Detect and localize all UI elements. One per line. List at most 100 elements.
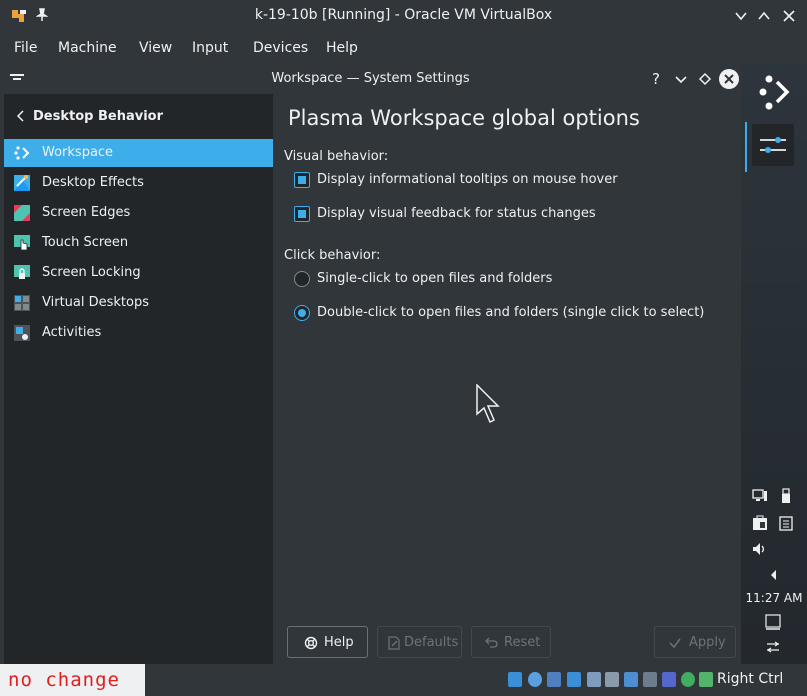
menu-machine[interactable]: Machine (58, 40, 117, 56)
annotation-label: no change (0, 664, 145, 696)
display-icon[interactable] (624, 672, 638, 687)
sidebar-item-label: Virtual Desktops (42, 295, 149, 310)
screen-locking-icon (14, 265, 30, 279)
help-button[interactable]: Help (287, 626, 368, 658)
sidebar-item-touch-screen[interactable]: Touch Screen (4, 229, 273, 257)
undo-icon (485, 637, 498, 648)
active-task-indicator (745, 122, 747, 172)
help-button-label: Help (324, 635, 354, 650)
double-click-radio[interactable] (294, 305, 310, 321)
task-system-settings[interactable] (752, 124, 794, 166)
context-help-button[interactable]: ? (647, 70, 665, 88)
settings-window-title: Workspace — System Settings (271, 71, 470, 86)
recording-icon[interactable] (643, 672, 657, 687)
clipboard-icon[interactable] (778, 515, 794, 531)
visual-behavior-label: Visual behavior: (284, 149, 389, 164)
sidebar-item-label: Screen Locking (42, 265, 141, 280)
usb-icon[interactable] (587, 672, 601, 687)
system-settings-window: Workspace — System Settings ? Desktop Be… (0, 64, 741, 664)
digital-clock[interactable]: 11:27 AM (741, 591, 807, 605)
single-click-radio-label: Single-click to open files and folders (317, 271, 553, 286)
minimize-button[interactable] (731, 6, 751, 26)
sidebar-item-screen-locking[interactable]: Screen Locking (4, 259, 273, 287)
status-feedback-checkbox[interactable] (294, 206, 310, 222)
expand-tray-icon[interactable] (766, 567, 782, 583)
mouse-cursor-icon (476, 384, 500, 424)
maximize-button[interactable] (754, 6, 774, 26)
panel-settings-icon[interactable] (765, 639, 781, 655)
tooltips-checkbox[interactable] (294, 172, 310, 188)
sidebar-item-label: Workspace (42, 145, 114, 160)
sidebar-back-label: Desktop Behavior (33, 109, 163, 124)
close-button[interactable] (779, 6, 799, 26)
vt-x-icon[interactable] (662, 672, 676, 687)
vault-icon[interactable] (752, 515, 768, 531)
menu-help[interactable]: Help (326, 40, 358, 56)
workspace-icon (14, 146, 30, 160)
reset-button[interactable]: Reset (471, 626, 551, 658)
screen-edges-icon (14, 205, 30, 221)
sidebar-item-virtual-desktops[interactable]: Virtual Desktops (4, 289, 273, 317)
checkmark-icon (669, 638, 681, 649)
keyboard-capture-icon[interactable] (699, 672, 713, 687)
chevron-left-icon (16, 110, 24, 122)
audio-icon[interactable] (547, 672, 561, 687)
virtualbox-titlebar: k-19-10b [Running] - Oracle VM VirtualBo… (0, 0, 807, 32)
shared-folders-icon[interactable] (605, 672, 619, 687)
volume-icon[interactable] (752, 541, 768, 557)
hard-disk-icon[interactable] (508, 672, 522, 687)
settings-content: Plasma Workspace global options Visual b… (274, 94, 741, 664)
sidebar-item-label: Screen Edges (42, 205, 131, 220)
menu-file[interactable]: File (14, 40, 37, 56)
defaults-button[interactable]: Defaults (377, 626, 462, 658)
window-title: k-19-10b [Running] - Oracle VM VirtualBo… (254, 7, 553, 23)
virtual-desktops-icon (14, 295, 30, 311)
menu-devices[interactable]: Devices (253, 40, 308, 56)
reset-button-label: Reset (504, 635, 541, 650)
apply-button[interactable]: Apply (654, 626, 736, 658)
page-title: Plasma Workspace global options (288, 106, 640, 130)
network-icon[interactable] (567, 672, 581, 687)
host-key-label: Right Ctrl (717, 671, 784, 687)
click-behavior-label: Click behavior: (284, 248, 381, 263)
sidebar-back-header[interactable]: Desktop Behavior (4, 94, 273, 139)
activities-icon (14, 325, 30, 341)
sidebar-item-workspace[interactable]: Workspace (4, 139, 273, 167)
tooltips-checkbox-label: Display informational tooltips on mouse … (317, 172, 618, 187)
mouse-integration-icon[interactable] (681, 672, 695, 687)
application-launcher-icon[interactable] (753, 70, 793, 114)
menu-view[interactable]: View (139, 40, 172, 56)
plasma-panel: 11:27 AM (741, 64, 807, 664)
optical-drive-icon[interactable] (528, 672, 542, 687)
display-config-icon[interactable] (752, 488, 768, 504)
system-settings-icon (760, 137, 786, 153)
menu-bar: File Machine View Input Devices Help (0, 32, 807, 64)
touch-screen-icon (14, 235, 30, 251)
show-desktop-icon[interactable] (765, 614, 781, 630)
sidebar-item-label: Activities (42, 325, 102, 340)
sidebar-item-label: Touch Screen (42, 235, 129, 250)
close-icon (783, 10, 795, 22)
sidebar-item-label: Desktop Effects (42, 175, 144, 190)
keep-above-icon[interactable] (696, 70, 714, 88)
double-click-radio-label: Double-click to open files and folders (… (317, 305, 705, 320)
minimize-icon[interactable] (672, 70, 690, 88)
defaults-button-label: Defaults (404, 635, 459, 650)
apply-button-label: Apply (689, 635, 726, 650)
settings-close-button[interactable] (719, 69, 739, 89)
close-icon (724, 74, 734, 84)
desktop-effects-icon (14, 175, 30, 191)
single-click-radio[interactable] (294, 271, 310, 287)
sidebar-item-desktop-effects[interactable]: Desktop Effects (4, 169, 273, 197)
sidebar-item-screen-edges[interactable]: Screen Edges (4, 199, 273, 227)
settings-sidebar: Desktop Behavior Workspace Desktop Effec… (4, 94, 273, 664)
settings-titlebar: Workspace — System Settings ? (0, 64, 741, 94)
usb-drive-icon[interactable] (778, 488, 794, 504)
status-feedback-checkbox-label: Display visual feedback for status chang… (317, 206, 596, 221)
virtualbox-status-bar: no change Right Ctrl (0, 664, 807, 696)
chevron-down-icon (735, 12, 747, 21)
menu-input[interactable]: Input (192, 40, 228, 56)
sidebar-item-activities[interactable]: Activities (4, 319, 273, 347)
chevron-up-icon (758, 11, 770, 20)
document-edit-icon (388, 636, 400, 650)
